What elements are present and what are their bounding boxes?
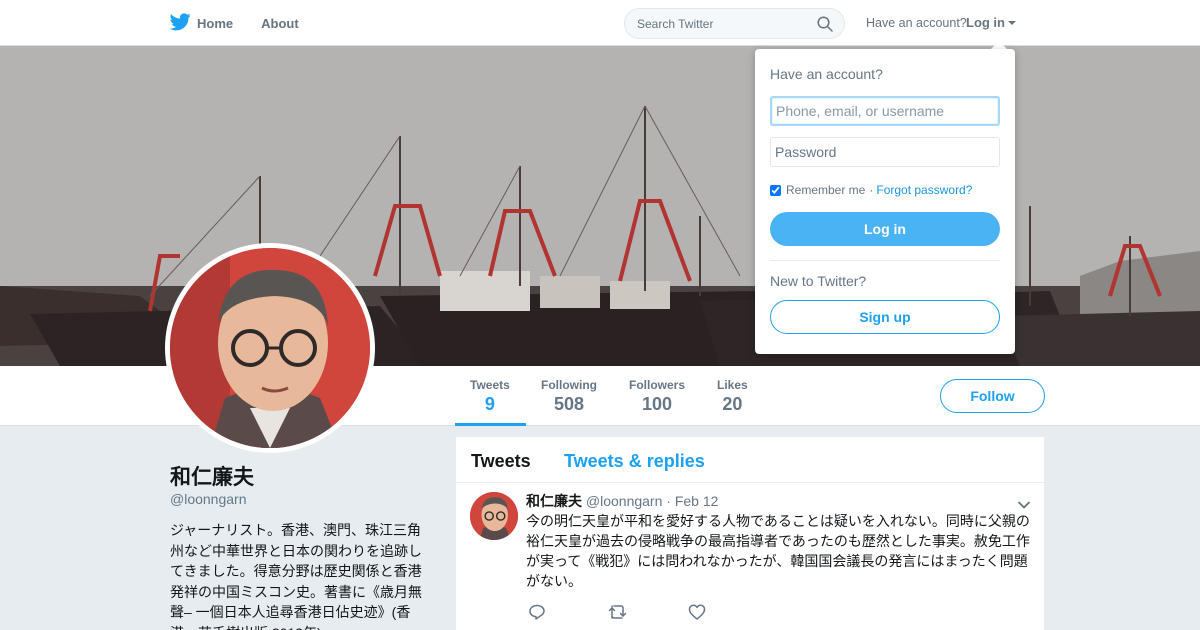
username-field[interactable]	[770, 96, 1000, 126]
stat-tweets-label: Tweets	[470, 378, 510, 392]
tweet-author-handle[interactable]: @loonngarn	[586, 493, 663, 509]
nav-home-label: Home	[197, 15, 234, 31]
account-prompt: Have an account?	[866, 16, 967, 30]
profile-avatar[interactable]	[165, 243, 375, 453]
profile-bio: ジャーナリスト。香港、澳門、珠江三角州など中華世界と日本の関わりを追跡してきまし…	[170, 522, 422, 630]
timeline-tabs: Tweets Tweets & replies	[456, 437, 1044, 483]
stat-following[interactable]: Following 508	[541, 378, 597, 415]
login-submit-button[interactable]: Log in	[770, 212, 1000, 246]
avatar-portrait	[170, 248, 370, 448]
remember-me-label[interactable]: Remember me	[786, 183, 865, 197]
stat-tweets-value: 9	[484, 394, 495, 414]
top-navigation-bar: Home About Have an account? Log in	[0, 0, 1200, 46]
stat-followers[interactable]: Followers 100	[629, 378, 685, 415]
stat-followers-value: 100	[641, 394, 673, 414]
nav-left-group: Home About	[169, 0, 327, 46]
tweet-item[interactable]: 和仁廉夫 @loonngarn · Feb 12 今の明仁天皇が平和を愛好する人…	[456, 483, 1044, 630]
stat-likes[interactable]: Likes 20	[717, 378, 748, 415]
tweet-header: 和仁廉夫 @loonngarn · Feb 12	[526, 491, 718, 511]
tweet-date[interactable]: Feb 12	[675, 493, 719, 509]
profile-handle[interactable]: @loonngarn	[170, 491, 247, 507]
tweet-author-name[interactable]: 和仁廉夫	[526, 493, 582, 509]
forgot-password-link[interactable]: Forgot password?	[876, 183, 972, 197]
remember-separator: ·	[869, 183, 874, 197]
caret-down-icon[interactable]	[1008, 21, 1016, 25]
new-to-twitter-prompt: New to Twitter?	[770, 273, 867, 289]
tab-tweets[interactable]: Tweets	[471, 451, 531, 472]
stat-followers-label: Followers	[629, 378, 686, 392]
remember-row: Remember me · Forgot password?	[770, 183, 972, 197]
dropdown-divider	[770, 260, 1000, 261]
search-input[interactable]	[625, 9, 805, 38]
password-field[interactable]	[770, 137, 1000, 167]
profile-name: 和仁廉夫	[170, 466, 254, 489]
nav-about-label: About	[261, 15, 299, 31]
active-tab-underline	[455, 423, 526, 426]
stat-likes-value: 20	[722, 394, 743, 414]
remember-me-checkbox[interactable]	[770, 184, 781, 196]
stat-following-value: 508	[553, 394, 585, 414]
tweet-text: 今の明仁天皇が平和を愛好する人物であることは疑いを入れない。同時に父親の裕仁天皇…	[526, 513, 1030, 589]
tweet-actions	[528, 603, 768, 626]
retweet-icon[interactable]	[608, 603, 688, 626]
login-dropdown: Have an account? Remember me · Forgot pa…	[755, 49, 1015, 354]
tweet-avatar[interactable]	[470, 492, 518, 540]
login-dropdown-toggle[interactable]: Log in	[966, 15, 1005, 30]
stat-tweets[interactable]: Tweets 9	[470, 378, 510, 415]
timeline-panel: Tweets Tweets & replies 和仁廉夫 @loonngarn …	[456, 437, 1044, 630]
signup-button[interactable]: Sign up	[770, 300, 1000, 334]
search-box	[624, 8, 845, 39]
tweet-separator: ·	[666, 493, 671, 509]
tab-tweets-and-replies[interactable]: Tweets & replies	[564, 451, 705, 472]
login-dropdown-title: Have an account?	[770, 66, 883, 82]
like-icon[interactable]	[688, 603, 768, 626]
twitter-bird-icon	[169, 12, 197, 34]
follow-button[interactable]: Follow	[940, 379, 1045, 413]
search-icon[interactable]	[817, 16, 833, 37]
nav-home-link[interactable]: Home	[169, 12, 234, 34]
stat-likes-label: Likes	[717, 378, 748, 392]
nav-about-link[interactable]: About	[261, 16, 299, 31]
stat-following-label: Following	[541, 378, 597, 392]
reply-icon[interactable]	[528, 603, 608, 626]
